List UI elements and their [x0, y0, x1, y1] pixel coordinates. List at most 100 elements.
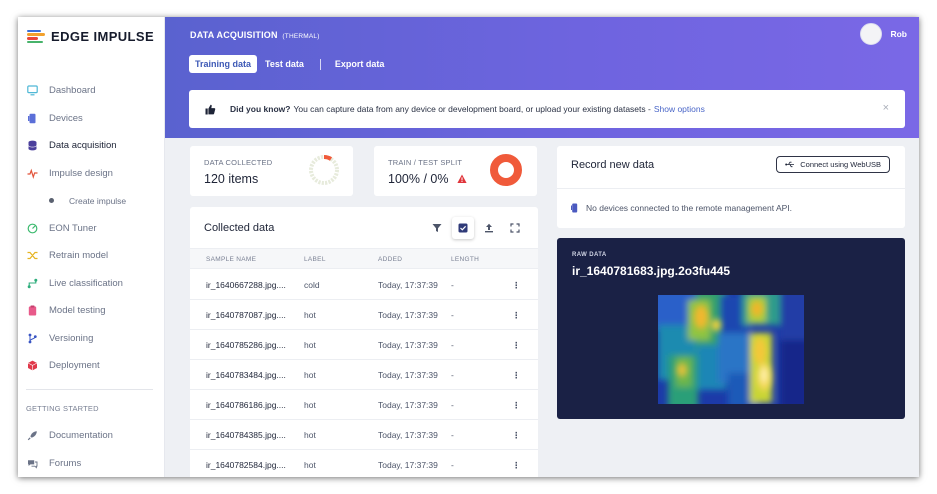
user-menu[interactable]: Rob	[860, 23, 907, 45]
column-added[interactable]: ADDED	[378, 256, 402, 263]
pulse-icon	[27, 168, 38, 179]
table-row[interactable]: ir_1640784385.jpg.... hot Today, 17:37:3…	[190, 420, 538, 450]
tab-export-data[interactable]: Export data	[329, 55, 391, 73]
sidebar-item-label: Model testing	[49, 305, 106, 317]
select-button[interactable]	[452, 217, 474, 239]
sample-length: -	[451, 280, 454, 290]
shuffle-icon	[27, 250, 38, 261]
sidebar-item-versioning[interactable]: Versioning	[18, 325, 165, 353]
close-icon[interactable]: ×	[883, 102, 889, 114]
tab-test-data[interactable]: Test data	[259, 55, 310, 73]
usb-icon	[785, 161, 795, 168]
table-row[interactable]: ir_1640785286.jpg.... hot Today, 17:37:3…	[190, 330, 538, 360]
banner-bold: Did you know?	[230, 104, 291, 114]
row-menu-icon[interactable]: ⋮	[512, 280, 521, 291]
tab-training-data[interactable]: Training data	[189, 55, 258, 73]
raw-data-label: RAW DATA	[572, 252, 607, 258]
collected-data-card: Collected data SAMPLE NAME LABEL ADDED L…	[190, 207, 538, 477]
row-menu-icon[interactable]: ⋮	[512, 430, 521, 441]
sidebar-item-label: Live classification	[49, 277, 123, 289]
sidebar-item-dashboard[interactable]: Dashboard	[18, 77, 165, 105]
sidebar-item-documentation[interactable]: Documentation	[18, 422, 165, 450]
sidebar-item-data-acquisition[interactable]: Data acquisition	[18, 132, 165, 160]
column-sample-name[interactable]: SAMPLE NAME	[206, 256, 256, 263]
sidebar-item-label: Forums	[49, 457, 82, 469]
record-divider	[557, 188, 905, 189]
sample-length: -	[451, 400, 454, 410]
sidebar-item-create-impulse[interactable]: Create impulse	[18, 187, 165, 215]
sample-label: hot	[304, 310, 316, 320]
row-menu-icon[interactable]: ⋮	[512, 400, 521, 411]
collected-data-title: Collected data	[204, 222, 275, 234]
thermal-image	[658, 295, 804, 404]
table-row[interactable]: ir_1640786186.jpg.... hot Today, 17:37:3…	[190, 390, 538, 420]
tab-bar: Training data Test data Export data	[189, 55, 392, 73]
edge-impulse-logo-icon	[27, 29, 45, 44]
train-test-split-card: TRAIN / TEST SPLIT 100% / 0%	[374, 146, 537, 196]
flow-icon	[27, 278, 38, 289]
table-row[interactable]: ir_1640667288.jpg.... cold Today, 17:37:…	[190, 270, 538, 300]
sample-name: ir_1640782584.jpg....	[206, 460, 286, 470]
table-header: SAMPLE NAME LABEL ADDED LENGTH	[190, 248, 538, 269]
sample-length: -	[451, 340, 454, 350]
sidebar-item-label: Deployment	[49, 360, 100, 372]
sidebar-item-devices[interactable]: Devices	[18, 105, 165, 133]
page-header: DATA ACQUISITION (THERMAL) Rob Training …	[165, 17, 919, 138]
sample-name: ir_1640667288.jpg....	[206, 280, 286, 290]
sidebar-item-label: Versioning	[49, 332, 94, 344]
sample-label: hot	[304, 460, 316, 470]
banner-text: You can capture data from any device or …	[293, 104, 651, 114]
sample-added: Today, 17:37:39	[378, 370, 438, 380]
sample-label: hot	[304, 370, 316, 380]
row-menu-icon[interactable]: ⋮	[512, 460, 521, 471]
box-icon	[27, 360, 38, 371]
getting-started-nav: Documentation Forums	[18, 422, 165, 477]
raw-data-panel: RAW DATA ir_1640781683.jpg.2o3fu445	[557, 238, 905, 419]
page-title-text: DATA ACQUISITION	[190, 30, 278, 40]
sidebar: EDGE IMPULSE Dashboard Devices Data acqu…	[18, 17, 165, 477]
split-value: 100% / 0%	[388, 172, 467, 186]
sidebar-nav: Dashboard Devices Data acquisition Impul…	[18, 77, 165, 380]
sample-length: -	[451, 310, 454, 320]
sidebar-item-model-testing[interactable]: Model testing	[18, 297, 165, 325]
sidebar-item-forums[interactable]: Forums	[18, 450, 165, 478]
split-donut-icon	[490, 154, 522, 186]
sidebar-item-retrain-model[interactable]: Retrain model	[18, 242, 165, 270]
row-menu-icon[interactable]: ⋮	[512, 370, 521, 381]
sample-added: Today, 17:37:39	[378, 430, 438, 440]
sample-added: Today, 17:37:39	[378, 310, 438, 320]
no-devices-message: No devices connected to the remote manag…	[571, 203, 792, 213]
sidebar-item-eon-tuner[interactable]: EON Tuner	[18, 215, 165, 243]
column-length[interactable]: LENGTH	[451, 256, 479, 263]
expand-button[interactable]	[504, 217, 526, 239]
data-collected-gauge-icon	[309, 154, 339, 185]
filter-icon	[432, 224, 442, 232]
sidebar-item-deployment[interactable]: Deployment	[18, 352, 165, 380]
dot-icon	[49, 198, 54, 204]
checkbox-icon	[458, 223, 468, 233]
table-row[interactable]: ir_1640782584.jpg.... hot Today, 17:37:3…	[190, 450, 538, 477]
database-icon	[27, 140, 38, 151]
split-value-text: 100% / 0%	[388, 172, 449, 186]
row-menu-icon[interactable]: ⋮	[512, 310, 521, 321]
rocket-icon	[27, 430, 38, 441]
sidebar-item-label: Devices	[49, 112, 83, 124]
show-options-link[interactable]: Show options	[654, 104, 705, 114]
filter-button[interactable]	[426, 217, 448, 239]
logo[interactable]: EDGE IMPULSE	[27, 29, 154, 44]
upload-button[interactable]	[478, 217, 500, 239]
sidebar-item-impulse-design[interactable]: Impulse design	[18, 160, 165, 188]
sample-name: ir_1640785286.jpg....	[206, 340, 286, 350]
row-menu-icon[interactable]: ⋮	[512, 340, 521, 351]
column-label[interactable]: LABEL	[304, 256, 326, 263]
sidebar-item-label: Data acquisition	[49, 140, 117, 152]
tab-divider	[319, 58, 321, 70]
user-name: Rob	[890, 29, 907, 39]
connect-webusb-label: Connect using WebUSB	[800, 160, 881, 169]
connect-webusb-button[interactable]: Connect using WebUSB	[776, 156, 890, 173]
sidebar-item-live-classification[interactable]: Live classification	[18, 270, 165, 298]
table-row[interactable]: ir_1640783484.jpg.... hot Today, 17:37:3…	[190, 360, 538, 390]
raw-data-title: ir_1640781683.jpg.2o3fu445	[572, 264, 731, 278]
table-row[interactable]: ir_1640787087.jpg.... hot Today, 17:37:3…	[190, 300, 538, 330]
chat-icon	[27, 458, 38, 469]
